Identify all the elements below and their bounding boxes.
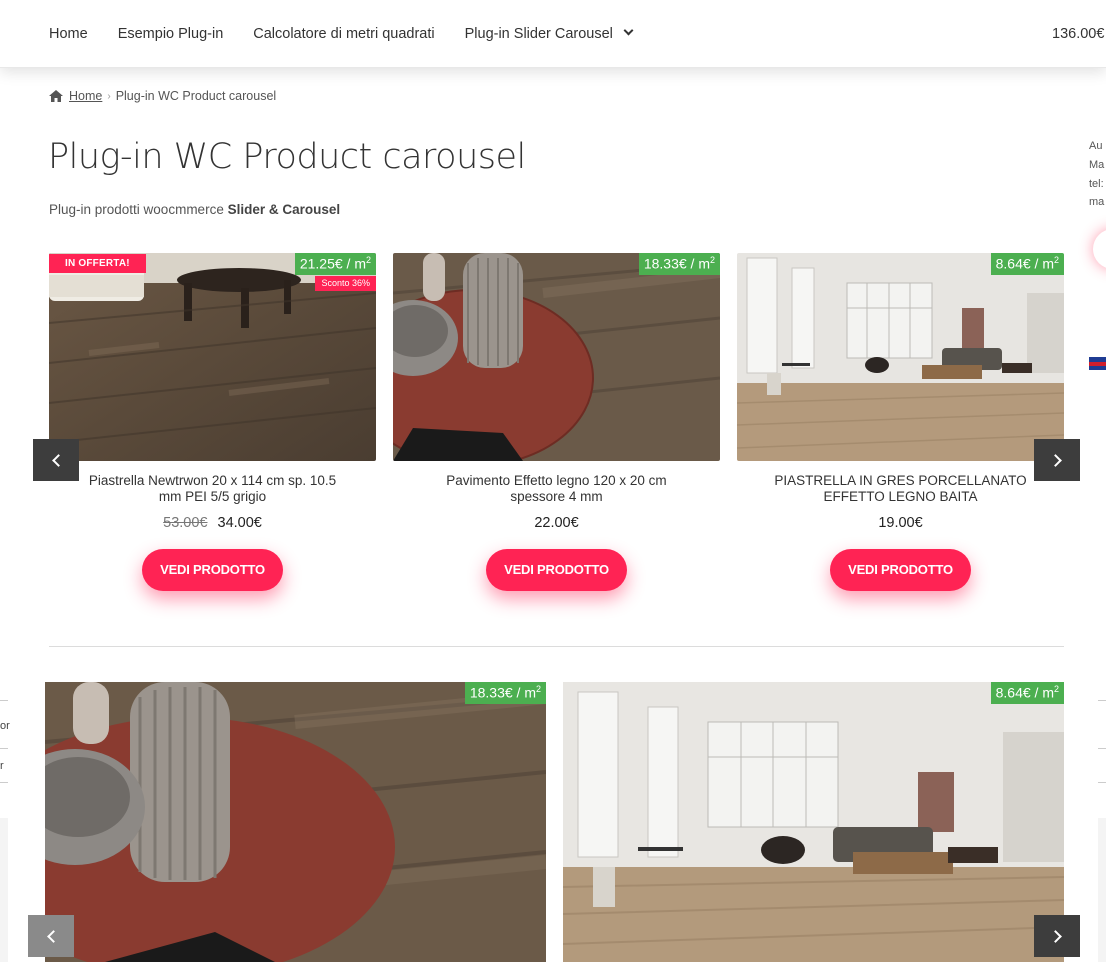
- bright-living-room-large-image: [563, 682, 1064, 962]
- unit-price-text: 21.25€ / m: [299, 255, 366, 272]
- chevron-right-icon: [1048, 929, 1062, 943]
- unit-price-badge: 21.25€ / m2: [294, 253, 376, 275]
- unit-sup: 2: [709, 255, 715, 265]
- site-header: Home Esempio Plug-in Calcolatore di metr…: [0, 0, 1106, 68]
- slider-prev-button[interactable]: [28, 915, 74, 957]
- old-price: 53.00€: [163, 515, 208, 531]
- unit-price-text: 18.33€ / m: [469, 684, 536, 701]
- bright-living-room-image: [737, 253, 1064, 461]
- product-card: IN OFFERTA! 21.25€ / m2 Sconto 36% Piast…: [49, 253, 376, 591]
- right-edge-divider: [1098, 748, 1106, 749]
- breadcrumb: Home › Plug-in WC Product carousel: [49, 89, 276, 103]
- right-edge-divider: [1098, 700, 1106, 701]
- unit-sup: 2: [535, 684, 541, 694]
- unit-price-text: 18.33€ / m: [643, 255, 710, 272]
- left-edge-divider: [0, 782, 8, 783]
- wood-floor-red-table-image: [393, 253, 720, 461]
- section-divider: [49, 646, 1064, 647]
- slider-image[interactable]: 8.64€ / m2: [563, 682, 1064, 962]
- unit-sup: 2: [1053, 255, 1059, 265]
- view-product-button[interactable]: VEDI PRODOTTO: [486, 549, 627, 591]
- nav-item-home[interactable]: Home: [49, 26, 88, 42]
- unit-price-badge: 8.64€ / m2: [990, 682, 1064, 704]
- main-nav: Home Esempio Plug-in Calcolatore di metr…: [49, 25, 662, 42]
- home-icon: [49, 90, 63, 102]
- view-product-button[interactable]: VEDI PRODOTTO: [142, 549, 283, 591]
- carousel-prev-button[interactable]: [33, 439, 79, 481]
- product-image[interactable]: IN OFFERTA! 21.25€ / m2 Sconto 36%: [49, 253, 376, 461]
- discount-badge: Sconto 36%: [315, 276, 376, 291]
- left-edge-divider: [0, 748, 8, 749]
- breadcrumb-separator-icon: ›: [107, 90, 111, 102]
- slider-next-button[interactable]: [1034, 915, 1080, 957]
- current-price: 19.00€: [878, 515, 923, 531]
- sidebar-line: Au: [1089, 140, 1103, 152]
- unit-price-badge: 8.64€ / m2: [990, 253, 1064, 275]
- cart-total[interactable]: 136.00€: [1052, 26, 1104, 42]
- wood-floor-red-table-large-image: [45, 682, 546, 962]
- sidebar-line: Ma: [1089, 159, 1105, 171]
- left-edge-text: or: [0, 720, 10, 732]
- chevron-right-icon: [1048, 453, 1062, 467]
- carousel-next-button[interactable]: [1034, 439, 1080, 481]
- product-price: 22.00€: [393, 515, 720, 531]
- page-title: Plug-in WC Product carousel: [48, 137, 526, 177]
- chevron-down-icon[interactable]: [623, 25, 634, 36]
- product-card: 8.64€ / m2 PIASTRELLA IN GRES PORCELLANA…: [737, 253, 1064, 591]
- product-image[interactable]: 8.64€ / m2: [737, 253, 1064, 461]
- breadcrumb-home-link[interactable]: Home: [69, 89, 102, 103]
- product-image[interactable]: 18.33€ / m2: [393, 253, 720, 461]
- unit-price-text: 8.64€ / m: [995, 684, 1054, 701]
- subtitle-bold: Slider & Carousel: [227, 202, 341, 217]
- chevron-left-icon: [51, 453, 65, 467]
- nav-item-esempio-plugin[interactable]: Esempio Plug-in: [118, 26, 224, 42]
- unit-sup: 2: [365, 255, 371, 265]
- sidebar-round-button[interactable]: [1093, 229, 1106, 269]
- left-edge-divider: [0, 700, 8, 701]
- unit-price-text: 8.64€ / m: [995, 255, 1054, 272]
- slider-image[interactable]: 18.33€ / m2: [45, 682, 546, 962]
- current-price: 34.00€: [217, 515, 262, 531]
- page-subtitle: Plug-in prodotti woocmmerce Slider & Car…: [49, 202, 340, 217]
- offer-badge: IN OFFERTA!: [49, 254, 146, 273]
- nav-item-slider-carousel[interactable]: Plug-in Slider Carousel: [464, 25, 634, 42]
- product-card: 18.33€ / m2 Pavimento Effetto legno 120 …: [393, 253, 720, 591]
- left-edge-text: r: [0, 760, 4, 772]
- payment-card-icon: [1089, 357, 1106, 370]
- left-edge-panel: [0, 818, 8, 962]
- current-price: 22.00€: [534, 515, 579, 531]
- chevron-left-icon: [46, 929, 60, 943]
- product-title[interactable]: PIASTRELLA IN GRES PORCELLANATO EFFETTO …: [737, 473, 1064, 505]
- sidebar-line[interactable]: ma: [1089, 196, 1104, 208]
- view-product-button[interactable]: VEDI PRODOTTO: [830, 549, 971, 591]
- sidebar-line[interactable]: tel:: [1089, 178, 1104, 190]
- unit-price-badge: 18.33€ / m2: [638, 253, 720, 275]
- subtitle-prefix: Plug-in prodotti woocmmerce: [49, 202, 228, 217]
- product-title[interactable]: Piastrella Newtrwon 20 x 114 cm sp. 10.5…: [49, 473, 376, 505]
- right-edge-panel: [1098, 818, 1106, 962]
- unit-sup: 2: [1053, 684, 1059, 694]
- right-edge-divider: [1098, 782, 1106, 783]
- product-title[interactable]: Pavimento Effetto legno 120 x 20 cm spes…: [393, 473, 720, 505]
- breadcrumb-current: Plug-in WC Product carousel: [115, 89, 277, 103]
- product-price: 19.00€: [737, 515, 1064, 531]
- nav-item-slider-carousel-label: Plug-in Slider Carousel: [464, 26, 613, 42]
- unit-price-badge: 18.33€ / m2: [464, 682, 546, 704]
- product-price: 53.00€ 34.00€: [49, 515, 376, 531]
- nav-item-calcolatore[interactable]: Calcolatore di metri quadrati: [253, 26, 434, 42]
